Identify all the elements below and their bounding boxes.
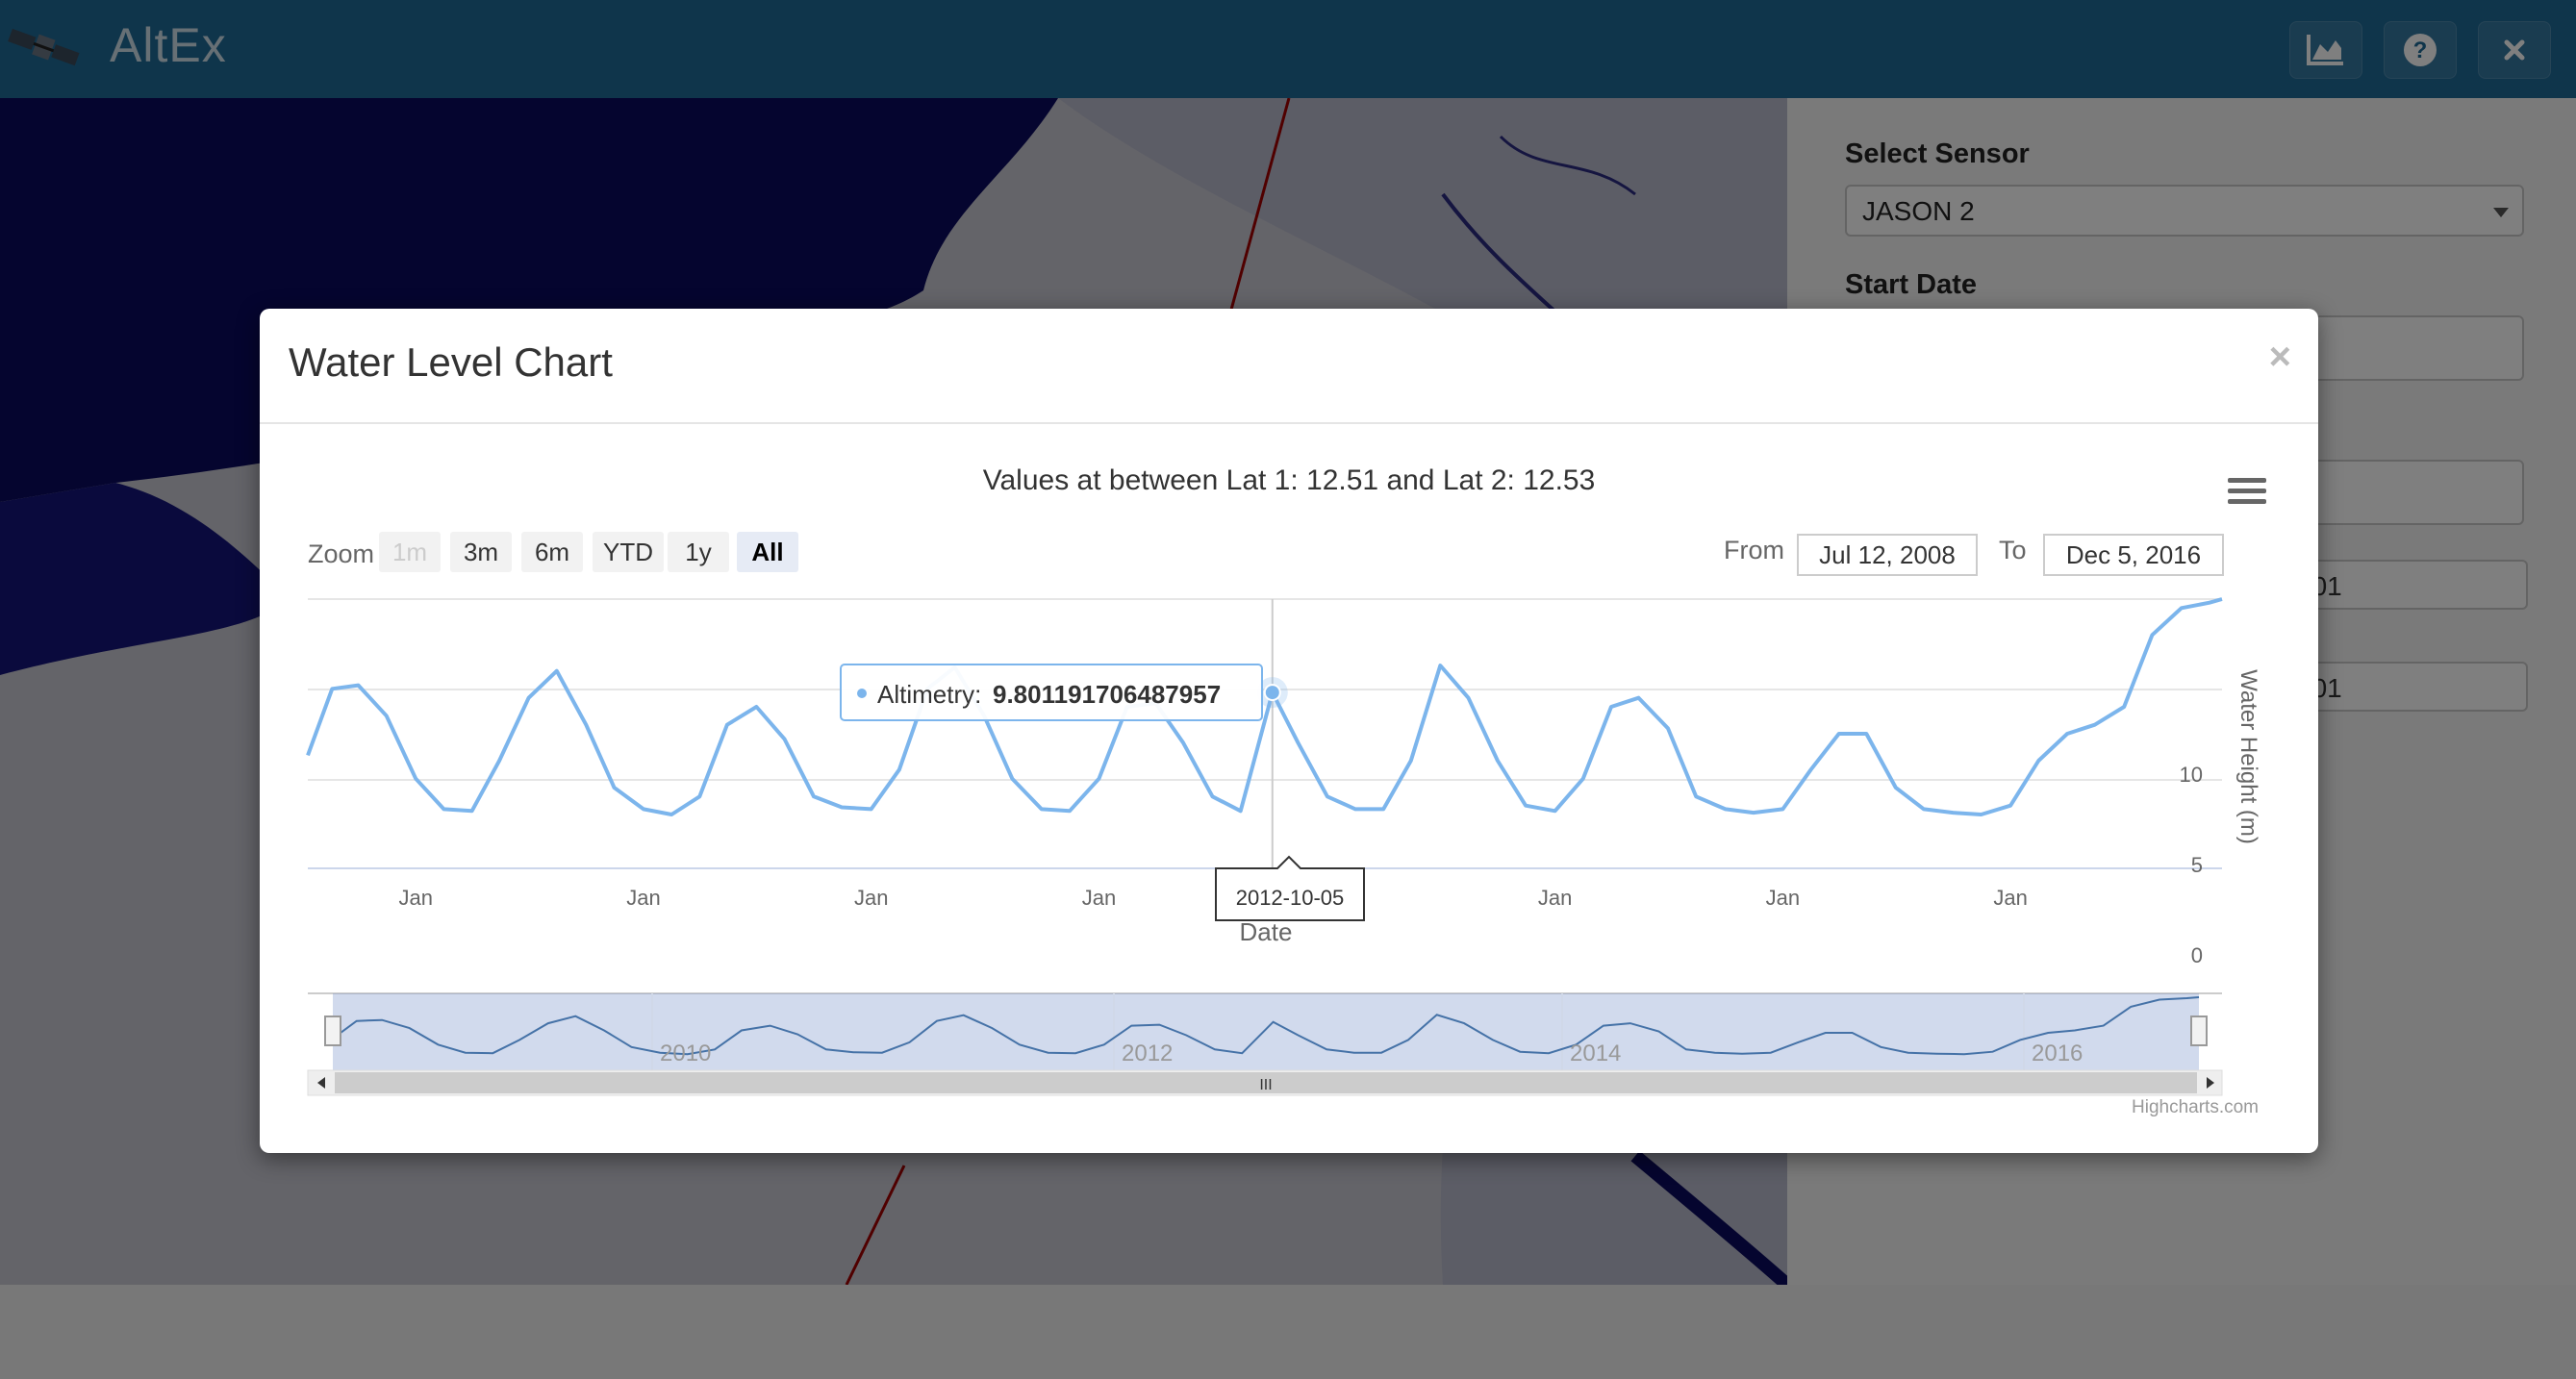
y-axis-label: Water Height (m) xyxy=(2235,669,2261,844)
y-tick-label: 0 xyxy=(2191,943,2203,967)
x-tick-label: Jan xyxy=(1082,886,1116,910)
hover-point xyxy=(1263,684,1281,702)
y-tick-label: 10 xyxy=(2180,763,2203,787)
x-tick-label: Jan xyxy=(626,886,660,910)
navigator-year-label: 2016 xyxy=(2032,1041,2083,1066)
highcharts-credits[interactable]: Highcharts.com xyxy=(2132,1097,2259,1118)
navigator[interactable]: 2010 2012 2014 2016 xyxy=(308,992,2222,1070)
tooltip-series-name: Altimetry: xyxy=(877,680,981,709)
navigator-mask xyxy=(333,993,2199,1070)
water-level-modal: Water Level Chart × Values at between La… xyxy=(260,309,2318,1153)
scrollbar[interactable]: III xyxy=(307,1069,2223,1096)
scrollbar-grip-icon: III xyxy=(1259,1077,1272,1093)
water-level-chart[interactable]: Jan Jan Jan Jan Jan Jan Jan 10 5 0 Water Heigh… xyxy=(260,309,2318,1153)
x-axis-label: Date xyxy=(1240,917,1293,946)
navigator-left-handle[interactable] xyxy=(324,1015,341,1046)
y-tick-label: 5 xyxy=(2191,853,2203,877)
crosshair-date-label: 2012-10-05 xyxy=(1215,855,1365,921)
navigator-year-label: 2012 xyxy=(1122,1041,1173,1066)
navigator-year-label: 2010 xyxy=(660,1041,711,1066)
x-tick-label: Jan xyxy=(1993,886,2027,910)
x-tick-label: Jan xyxy=(1766,886,1800,910)
x-tick-label: Jan xyxy=(854,886,888,910)
altimetry-series-line[interactable] xyxy=(306,597,2223,816)
x-tick-label: Jan xyxy=(398,886,432,910)
navigator-right-handle[interactable] xyxy=(2190,1015,2208,1046)
tooltip: Altimetry: 9.801191706487957 xyxy=(840,664,1263,721)
navigator-year-label: 2014 xyxy=(1570,1041,1621,1066)
tooltip-value: 9.801191706487957 xyxy=(993,680,1221,709)
x-tick-label: Jan xyxy=(1538,886,1572,910)
crosshair-date-text: 2012-10-05 xyxy=(1236,886,1345,910)
